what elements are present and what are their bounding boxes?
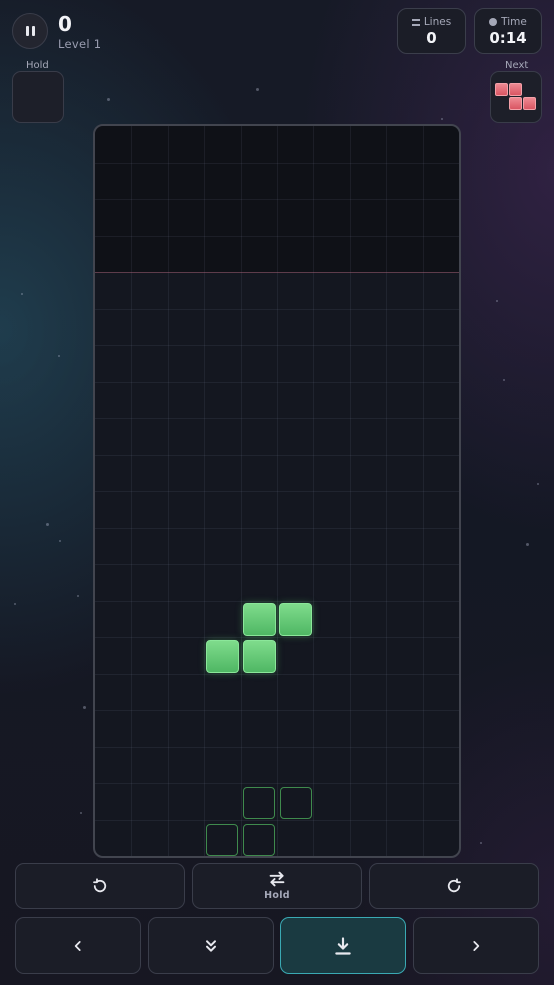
score-value: 0 — [58, 12, 72, 36]
next-label: Next — [505, 60, 529, 71]
star — [526, 543, 529, 546]
lines-label: Lines — [423, 16, 452, 28]
chevron-right-icon — [473, 940, 480, 951]
swap-icon — [269, 871, 285, 887]
lines-value: 0 — [426, 29, 437, 47]
grid-line-horizontal — [95, 710, 459, 711]
grid-line-horizontal — [95, 308, 459, 310]
double-chevron-down-icon — [206, 939, 216, 952]
hard-drop-button[interactable] — [280, 917, 406, 974]
level-label: Level 1 — [58, 37, 102, 51]
next-slot — [490, 71, 542, 123]
star — [107, 98, 110, 101]
pause-icon — [25, 26, 29, 36]
star — [58, 355, 60, 357]
move-right-button[interactable] — [413, 917, 539, 974]
danger-line — [95, 272, 459, 273]
grid-line-horizontal — [95, 637, 459, 638]
grid-line-horizontal — [95, 600, 459, 602]
grid-line-horizontal — [95, 162, 459, 164]
grid-line-horizontal — [95, 199, 459, 200]
grid-line-horizontal — [95, 783, 459, 784]
pause-button[interactable] — [12, 13, 48, 49]
star — [256, 88, 259, 91]
rotate-ccw-icon — [93, 878, 107, 893]
hard-drop-icon — [335, 936, 351, 955]
grid-line-horizontal — [95, 491, 459, 492]
star — [80, 812, 82, 814]
next-piece-block — [523, 97, 536, 110]
star — [441, 118, 443, 120]
hold-button-label: Hold — [264, 890, 290, 901]
grid-line-horizontal — [95, 381, 459, 383]
time-label: Time — [501, 16, 527, 28]
star — [14, 603, 16, 605]
grid-line-horizontal — [95, 235, 459, 237]
game-board[interactable] — [93, 124, 461, 858]
star — [59, 540, 61, 542]
ghost-piece-block — [280, 787, 312, 819]
time-value: 0:14 — [489, 29, 527, 47]
grid-line-horizontal — [95, 564, 459, 565]
next-piece-block — [509, 83, 522, 96]
star — [480, 842, 482, 844]
grid-line-horizontal — [95, 527, 459, 529]
ghost-piece-block — [243, 824, 275, 856]
lines-stat: Lines 0 — [397, 8, 466, 54]
grid-line-horizontal — [95, 454, 459, 456]
rotate-cw-icon — [447, 878, 461, 893]
star — [46, 523, 49, 526]
hold-button[interactable]: Hold — [192, 863, 362, 909]
star — [537, 483, 539, 485]
grid-line-horizontal — [95, 819, 459, 821]
active-piece-block — [243, 640, 276, 673]
move-left-button[interactable] — [15, 917, 141, 974]
grid-line-horizontal — [95, 418, 459, 419]
active-piece-block — [279, 603, 312, 636]
timer-icon — [489, 18, 498, 26]
lines-icon — [411, 18, 420, 26]
ghost-piece-block — [243, 787, 275, 819]
grid-line-horizontal — [95, 746, 459, 748]
pause-icon-bar — [31, 26, 35, 36]
chevron-left-icon — [74, 940, 81, 951]
time-stat: Time 0:14 — [474, 8, 542, 54]
star — [503, 379, 505, 381]
next-piece-block — [495, 83, 508, 96]
hold-slot — [12, 71, 64, 123]
active-piece-block — [243, 603, 276, 636]
star — [496, 300, 498, 302]
ghost-piece-block — [206, 824, 238, 856]
star — [83, 706, 86, 709]
star — [77, 595, 79, 597]
hold-label: Hold — [26, 60, 49, 71]
next-piece-block — [509, 97, 522, 110]
grid-line-horizontal — [95, 345, 459, 346]
rotate-left-button[interactable] — [15, 863, 185, 909]
star — [21, 293, 23, 295]
rotate-right-button[interactable] — [369, 863, 539, 909]
active-piece-block — [206, 640, 239, 673]
soft-drop-button[interactable] — [148, 917, 274, 974]
grid-line-horizontal — [95, 673, 459, 675]
